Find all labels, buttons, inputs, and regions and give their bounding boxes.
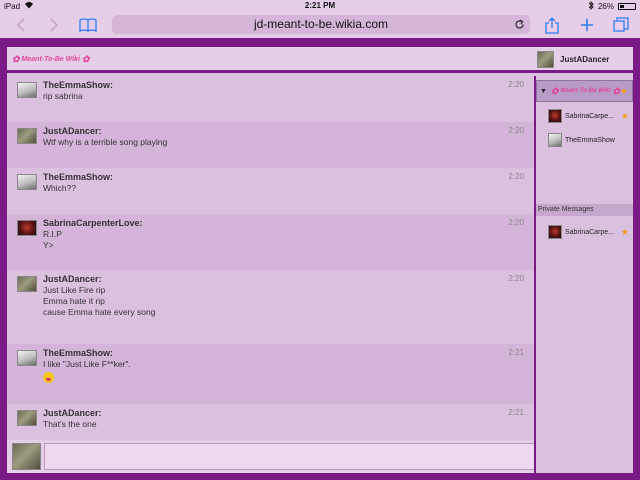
avatar xyxy=(548,109,562,123)
sidebar-user-name: SabrinaCarpe... xyxy=(565,112,615,120)
message-time: 2:20 xyxy=(508,274,524,283)
message-item: TheEmmaShow: Which?? 2:20 xyxy=(7,168,534,214)
user-sidebar: ▼ ✿ Meant-To-Be Wiki ✿ ★ SabrinaCarpe...… xyxy=(536,76,633,473)
message-username[interactable]: TheEmmaShow: xyxy=(43,348,534,359)
message-time: 2:20 xyxy=(508,218,524,227)
chat-header: ✿ Meant-To-Be Wiki ✿ JustADancer xyxy=(7,47,633,73)
message-text: That's the one xyxy=(43,419,97,429)
current-user[interactable]: JustADancer xyxy=(537,51,609,68)
message-item: TheEmmaShow: I like "Just Like F**ker". 2:… xyxy=(7,344,534,404)
wiki-logo-text: Meant-To-Be Wiki xyxy=(21,56,80,63)
message-time: 2:21 xyxy=(508,348,524,357)
private-user-name: SabrinaCarpe... xyxy=(565,228,615,236)
forward-button[interactable] xyxy=(43,14,65,36)
message-list: TheEmmaShow: rip sabrina 2:20 JustADancer: W… xyxy=(7,76,534,440)
star-icon: ★ xyxy=(619,85,628,96)
message-item: SabrinaCarpenterLove: R.I.P Y> 2:20 xyxy=(7,214,534,270)
url-bar[interactable]: jd-meant-to-be.wikia.com xyxy=(112,15,530,34)
browser-toolbar: jd-meant-to-be.wikia.com xyxy=(0,12,640,38)
avatar xyxy=(537,51,554,68)
avatar[interactable] xyxy=(17,350,37,366)
new-tab-icon[interactable] xyxy=(576,14,598,36)
message-text: Emma hate it rip xyxy=(43,296,105,306)
url-text: jd-meant-to-be.wikia.com xyxy=(253,17,389,31)
battery-icon xyxy=(618,3,636,10)
message-text: I like "Just Like F**ker". xyxy=(43,359,131,369)
avatar xyxy=(548,225,562,239)
chat-message-input[interactable] xyxy=(44,443,535,470)
chat-page: ✿ Meant-To-Be Wiki ✿ JustADancer TheEmma… xyxy=(7,47,633,473)
battery-percent: 26% xyxy=(597,2,614,11)
reload-icon[interactable] xyxy=(514,15,525,37)
message-username[interactable]: JustADancer: xyxy=(43,408,534,419)
star-icon: ★ xyxy=(620,110,629,121)
message-text: cause Emma hate every song xyxy=(43,307,156,317)
avatar xyxy=(548,133,562,147)
private-message-user-item[interactable]: SabrinaCarpe... ★ xyxy=(536,222,633,242)
message-item: TheEmmaShow: rip sabrina 2:20 xyxy=(7,76,534,122)
avatar[interactable] xyxy=(17,174,37,190)
sidebar-user-name: TheEmmaShow xyxy=(565,136,615,144)
sidebar-user-item[interactable]: SabrinaCarpe... ★ xyxy=(536,106,633,126)
flower-icon: ✿ xyxy=(81,54,90,64)
message-username[interactable]: TheEmmaShow: xyxy=(43,80,534,91)
flower-icon: ✿ xyxy=(550,85,559,96)
private-messages-header: Private Messages xyxy=(536,204,633,216)
bookmarks-icon[interactable] xyxy=(77,14,99,36)
room-logo: ✿ Meant-To-Be Wiki ✿ xyxy=(551,86,620,97)
chat-room-item[interactable]: ▼ ✿ Meant-To-Be Wiki ✿ ★ xyxy=(536,80,633,102)
avatar xyxy=(12,443,41,470)
status-time: 2:21 PM xyxy=(304,1,336,10)
avatar[interactable] xyxy=(17,82,37,98)
room-logo-text: Meant-To-Be Wiki xyxy=(560,88,611,94)
avatar[interactable] xyxy=(17,220,37,236)
share-icon[interactable] xyxy=(541,14,563,36)
back-button[interactable] xyxy=(10,14,32,36)
chat-input-row xyxy=(7,440,535,473)
message-item: JustADancer: That's the one 2:21 xyxy=(7,404,534,440)
message-text: rip sabrina xyxy=(43,91,83,101)
message-text: Wtf why is a terrible song playing xyxy=(43,137,168,147)
message-username[interactable]: JustADancer: xyxy=(43,126,534,137)
message-time: 2:20 xyxy=(508,126,524,135)
message-time: 2:20 xyxy=(508,172,524,181)
bluetooth-icon xyxy=(588,0,594,12)
current-user-name: JustADancer xyxy=(560,55,610,64)
avatar[interactable] xyxy=(17,128,37,144)
message-username[interactable]: JustADancer: xyxy=(43,274,534,285)
star-icon: ★ xyxy=(620,226,629,237)
message-text: R.I.P xyxy=(43,229,62,239)
message-username[interactable]: TheEmmaShow: xyxy=(43,172,534,183)
avatar[interactable] xyxy=(17,410,37,426)
message-text: Which?? xyxy=(43,183,77,193)
message-username[interactable]: SabrinaCarpenterLove: xyxy=(43,218,534,229)
tabs-icon[interactable] xyxy=(610,14,632,36)
message-text: Just Like Fire rip xyxy=(43,285,106,295)
flower-icon: ✿ xyxy=(12,54,20,64)
message-time: 2:21 xyxy=(508,408,524,417)
grinning-emoji-icon xyxy=(43,372,54,383)
wiki-logo[interactable]: ✿ Meant-To-Be Wiki ✿ xyxy=(12,54,90,65)
status-bar: iPad 2:21 PM 26% xyxy=(0,0,640,12)
message-time: 2:20 xyxy=(508,80,524,89)
caret-down-icon[interactable]: ▼ xyxy=(540,88,547,95)
message-item: JustADancer: Wtf why is a terrible song p… xyxy=(7,122,534,168)
avatar[interactable] xyxy=(17,276,37,292)
sidebar-user-item[interactable]: TheEmmaShow xyxy=(536,130,633,150)
message-item: JustADancer: Just Like Fire rip Emma hate … xyxy=(7,270,534,344)
message-text: Y> xyxy=(43,240,54,250)
